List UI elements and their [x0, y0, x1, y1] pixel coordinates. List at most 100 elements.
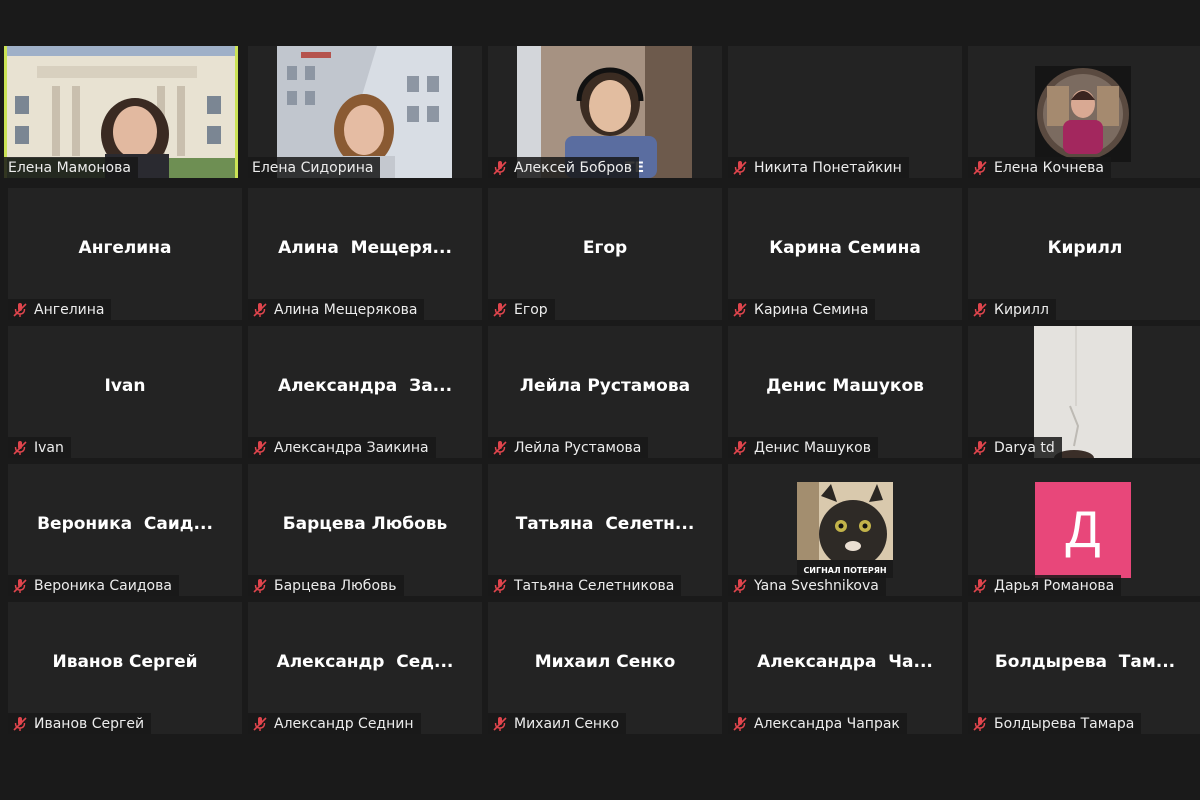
participant-display-name: Кирилл	[1047, 238, 1123, 258]
participant-display-name: Александра За...	[277, 376, 453, 396]
participant-tile[interactable]: Ангелина Ангелина	[8, 188, 242, 320]
mic-muted-icon	[733, 302, 747, 317]
participant-tile[interactable]: Барцева Любовь Барцева Любовь	[248, 464, 482, 596]
mic-muted-icon	[493, 578, 507, 593]
participant-tile[interactable]: Елена Кочнева	[968, 46, 1200, 178]
mic-muted-icon	[973, 578, 987, 593]
participant-name: Никита Понетайкин	[754, 159, 902, 176]
mic-muted-icon	[493, 716, 507, 731]
participant-display-name: Михаил Сенко	[534, 652, 676, 672]
participant-tile[interactable]: Болдырева Там... Болдырева Тамара	[968, 602, 1200, 734]
participant-name: Дарья Романова	[994, 577, 1115, 594]
mic-muted-icon	[733, 160, 747, 175]
mic-muted-icon	[973, 302, 987, 317]
mic-muted-icon	[13, 578, 27, 593]
participant-tile[interactable]: Александра За... Александра Заикина	[248, 326, 482, 458]
mic-muted-icon	[973, 716, 987, 731]
participant-display-name: Карина Семина	[769, 238, 921, 258]
participant-tile[interactable]: Никита Понетайкин	[728, 46, 962, 178]
mic-muted-icon	[493, 160, 507, 175]
participant-name-label: Дарья Романова	[968, 575, 1122, 596]
zoom-gallery-view: Елена Мамонова Елена Сидорина Алексей Бо…	[0, 0, 1200, 800]
participant-tile[interactable]: Татьяна Селетн... Татьяна Селетникова	[488, 464, 722, 596]
participant-name-label: Елена Кочнева	[968, 157, 1111, 178]
participant-display-name: Иванов Сергей	[52, 652, 198, 672]
participant-tile[interactable]: Денис Машуков Денис Машуков	[728, 326, 962, 458]
mic-muted-icon	[973, 160, 987, 175]
participant-name-label: Лейла Рустамова	[488, 437, 649, 458]
mic-muted-icon	[733, 578, 747, 593]
mic-muted-icon	[13, 440, 27, 455]
mic-muted-icon	[13, 716, 27, 731]
participant-tile[interactable]: Darya td	[968, 326, 1200, 458]
participant-tile[interactable]: СИГНАЛ ПОТЕРЯН Yana Sveshnikova	[728, 464, 962, 596]
participant-display-name: Ivan	[104, 376, 146, 396]
participant-name: Ангелина	[34, 301, 105, 318]
participant-tile[interactable]: Алина Мещеря... Алина Мещерякова	[248, 188, 482, 320]
participant-name-label: Ivan	[8, 437, 71, 458]
participant-display-name: Денис Машуков	[766, 376, 924, 396]
participant-display-name: Лейла Рустамова	[519, 376, 691, 396]
participant-display-name: Александр Сед...	[276, 652, 454, 672]
participant-name: Барцева Любовь	[274, 577, 397, 594]
participant-display-name: Александра Ча...	[757, 652, 933, 672]
participant-tile[interactable]: Александр Сед... Александр Седнин	[248, 602, 482, 734]
participant-tile[interactable]: TE Алексей Бобров	[488, 46, 722, 178]
participant-tile[interactable]: Егор Егор	[488, 188, 722, 320]
participant-name-label: Алина Мещерякова	[248, 299, 425, 320]
participant-name-label: Елена Мамонова	[4, 157, 138, 178]
participant-name-label: Михаил Сенко	[488, 713, 627, 734]
participant-tile[interactable]: Елена Мамонова	[4, 46, 238, 178]
participant-name: Михаил Сенко	[514, 715, 620, 732]
participant-name-label: Елена Сидорина	[248, 157, 381, 178]
participant-name-label: Егор	[488, 299, 555, 320]
mic-muted-icon	[253, 578, 267, 593]
participant-tile[interactable]: Карина Семина Карина Семина	[728, 188, 962, 320]
participant-tile[interactable]: Лейла Рустамова Лейла Рустамова	[488, 326, 722, 458]
participant-name: Darya td	[994, 439, 1055, 456]
avatar: Д	[1035, 482, 1131, 578]
participant-name-label: Ангелина	[8, 299, 112, 320]
participant-tile[interactable]: Михаил Сенко Михаил Сенко	[488, 602, 722, 734]
participant-tile[interactable]: Иванов Сергей Иванов Сергей	[8, 602, 242, 734]
participant-name: Алина Мещерякова	[274, 301, 418, 318]
mic-muted-icon	[253, 440, 267, 455]
participant-name-label: Болдырева Тамара	[968, 713, 1142, 734]
participant-tile[interactable]: Д Дарья Романова	[968, 464, 1200, 596]
participant-name: Алексей Бобров	[514, 159, 632, 176]
participant-name-label: Алексей Бобров	[488, 157, 639, 178]
participant-name: Кирилл	[994, 301, 1049, 318]
participant-name: Александра Чапрак	[754, 715, 900, 732]
participant-name-label: Барцева Любовь	[248, 575, 404, 596]
mic-muted-icon	[493, 440, 507, 455]
participant-tile[interactable]: Ivan Ivan	[8, 326, 242, 458]
mic-muted-icon	[13, 302, 27, 317]
participant-name: Денис Машуков	[754, 439, 871, 456]
participant-name-label: Карина Семина	[728, 299, 876, 320]
mic-muted-icon	[733, 440, 747, 455]
participant-name-label: Татьяна Селетникова	[488, 575, 682, 596]
participant-name: Елена Мамонова	[8, 159, 131, 176]
participant-tile[interactable]: Вероника Саид... Вероника Саидова	[8, 464, 242, 596]
mic-muted-icon	[733, 716, 747, 731]
participant-name: Елена Кочнева	[994, 159, 1104, 176]
participant-name-label: Yana Sveshnikova	[728, 575, 886, 596]
participant-name: Лейла Рустамова	[514, 439, 642, 456]
participant-name: Татьяна Селетникова	[514, 577, 675, 594]
participant-name-label: Александра Заикина	[248, 437, 436, 458]
mic-muted-icon	[493, 302, 507, 317]
avatar-letter: Д	[1065, 501, 1101, 559]
mic-muted-icon	[253, 302, 267, 317]
participant-tile[interactable]: Елена Сидорина	[248, 46, 482, 178]
participant-name: Ivan	[34, 439, 64, 456]
participant-name-label: Иванов Сергей	[8, 713, 152, 734]
participant-name: Александр Седнин	[274, 715, 414, 732]
participant-display-name: Вероника Саид...	[37, 514, 213, 534]
profile-picture: СИГНАЛ ПОТЕРЯН	[797, 482, 893, 578]
participant-tile[interactable]: Александра Ча... Александра Чапрак	[728, 602, 962, 734]
participant-name-label: Никита Понетайкин	[728, 157, 909, 178]
participant-name-label: Darya td	[968, 437, 1062, 458]
participant-tile[interactable]: Кирилл Кирилл	[968, 188, 1200, 320]
participant-name-label: Денис Машуков	[728, 437, 878, 458]
mic-muted-icon	[253, 716, 267, 731]
